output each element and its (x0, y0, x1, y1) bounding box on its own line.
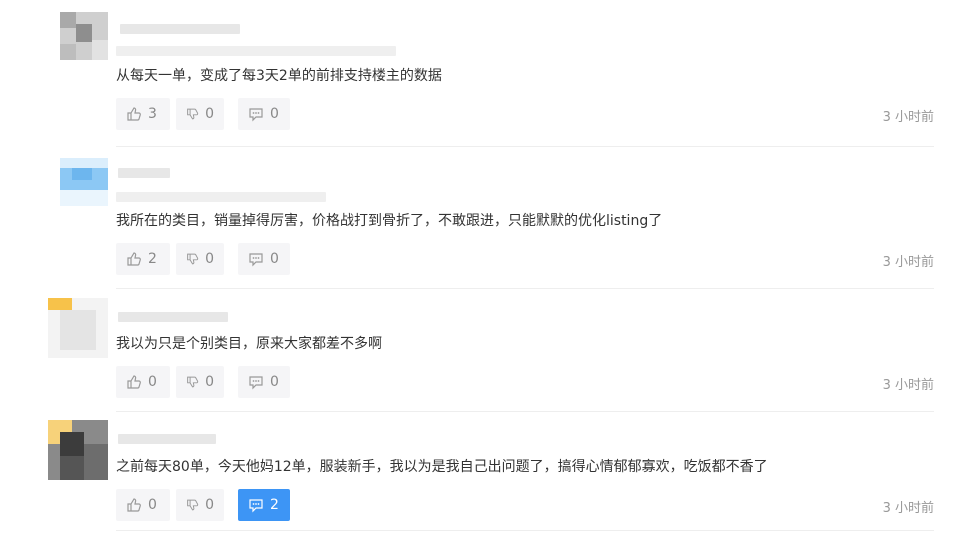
comment-icon (249, 499, 263, 513)
comment-item: 之前每天80单，今天他妈12单，服装新手，我以为是我自己出问题了，搞得心情郁郁寡… (0, 0, 955, 534)
like-button[interactable]: 0 (116, 489, 170, 521)
reply-button[interactable]: 2 (238, 489, 290, 521)
comment-actions: 0 0 2 (116, 489, 290, 521)
thumbs-down-icon (187, 499, 199, 511)
divider (116, 530, 934, 531)
timestamp: 3 小时前 (882, 501, 934, 516)
thumbs-up-icon (127, 498, 141, 512)
comment-text: 之前每天80单，今天他妈12单，服装新手，我以为是我自己出问题了，搞得心情郁郁寡… (116, 459, 768, 475)
dislike-button[interactable]: 0 (176, 489, 224, 521)
avatar[interactable] (48, 420, 108, 480)
username-blurred[interactable] (118, 434, 216, 444)
dislike-count: 0 (205, 497, 214, 513)
reply-count: 2 (270, 497, 279, 513)
like-count: 0 (148, 497, 157, 513)
